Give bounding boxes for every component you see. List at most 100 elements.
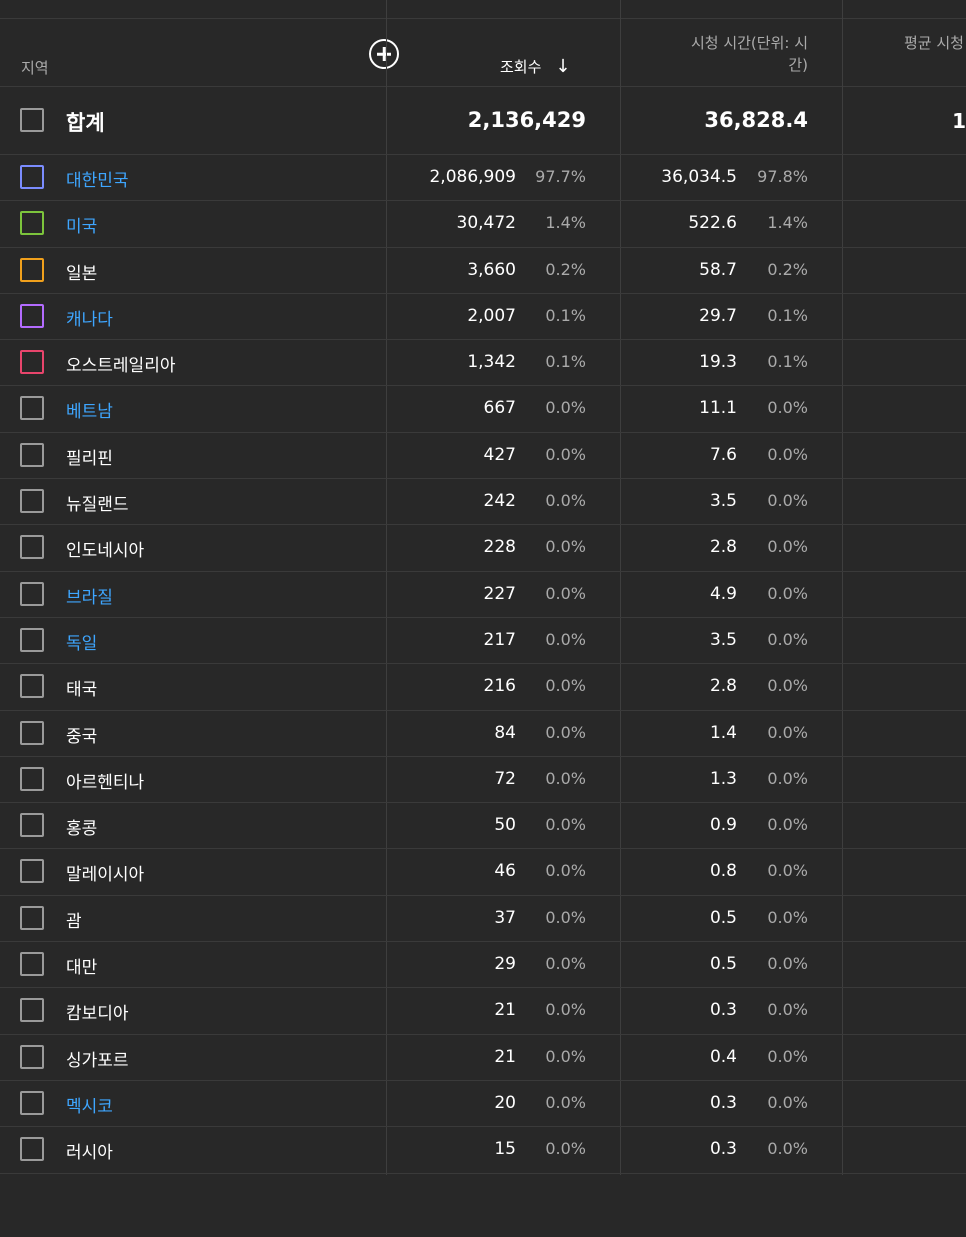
- views-percent: 0.0%: [545, 815, 586, 835]
- watch-time-value: 0.5: [709, 954, 737, 975]
- views-value: 216: [483, 676, 516, 697]
- region-name: 싱가포르: [66, 1050, 129, 1071]
- region-name: 홍콩: [66, 819, 98, 840]
- row-checkbox[interactable]: [20, 1137, 44, 1162]
- views-column-header[interactable]: 조회수 ↓: [500, 56, 571, 77]
- views-column-label: 조회수: [500, 58, 542, 76]
- region-link[interactable]: 대한민국: [66, 166, 129, 191]
- region-name: 태국: [66, 680, 98, 701]
- table-row: 대만 29 0.0% 0.5 0.0%: [0, 942, 966, 989]
- views-percent: 0.0%: [545, 768, 586, 788]
- table-row: 괌 37 0.0% 0.5 0.0%: [0, 896, 966, 943]
- row-checkbox[interactable]: [20, 165, 44, 189]
- views-percent: 0.0%: [545, 861, 586, 881]
- table-row: 오스트레일리아 1,342 0.1% 19.3 0.1%: [0, 340, 966, 387]
- region-link[interactable]: 미국: [66, 212, 97, 237]
- views-percent: 0.0%: [545, 722, 586, 742]
- views-value: 667: [483, 398, 516, 419]
- table-body: 합계 2,136,429 36,828.4 1 대한민국 2,086,909 97.…: [0, 87, 966, 1174]
- row-checkbox[interactable]: [20, 396, 44, 421]
- views-percent: 97.7%: [535, 167, 586, 186]
- row-checkbox[interactable]: [20, 952, 44, 977]
- watch-time-percent: 0.0%: [767, 676, 808, 696]
- row-checkbox[interactable]: [20, 859, 44, 884]
- watch-time-value: 0.3: [709, 1139, 737, 1160]
- views-value: 1,342: [467, 352, 516, 373]
- sort-down-arrow-icon[interactable]: ↓: [555, 57, 570, 75]
- region-link[interactable]: 베트남: [66, 397, 113, 422]
- watch-time-value: 4.9: [709, 583, 737, 604]
- row-checkbox[interactable]: [20, 535, 44, 560]
- table-row: 베트남 667 0.0% 11.1 0.0%: [0, 386, 966, 433]
- row-checkbox[interactable]: [20, 350, 44, 375]
- region-name: 인도네시아: [66, 541, 145, 562]
- region-link[interactable]: 독일: [66, 629, 97, 654]
- table-row: 러시아 15 0.0% 0.3 0.0%: [0, 1127, 966, 1174]
- views-percent: 0.0%: [545, 444, 586, 464]
- watch-time-value: 2.8: [709, 537, 737, 558]
- row-checkbox[interactable]: [20, 766, 44, 791]
- watch-time-value: 0.4: [709, 1046, 737, 1067]
- row-checkbox[interactable]: [20, 1044, 44, 1069]
- row-checkbox[interactable]: [20, 1090, 44, 1115]
- views-value: 227: [483, 583, 516, 604]
- row-checkbox[interactable]: [20, 905, 44, 930]
- watch-time-value: 7.6: [709, 444, 737, 465]
- row-checkbox[interactable]: [20, 303, 44, 328]
- views-value: 72: [494, 768, 516, 789]
- watch-time-value: 29.7: [699, 305, 737, 326]
- views-value: 242: [483, 491, 516, 512]
- views-value: 228: [483, 537, 516, 558]
- views-percent: 0.0%: [545, 1046, 586, 1066]
- region-name: 뉴질랜드: [66, 495, 129, 516]
- row-checkbox[interactable]: [20, 489, 44, 514]
- table-row: 캄보디아 21 0.0% 0.3 0.0%: [0, 988, 966, 1035]
- table-row: 아르헨티나 72 0.0% 1.3 0.0%: [0, 757, 966, 804]
- row-checkbox[interactable]: [20, 581, 44, 606]
- table-row: 중국 84 0.0% 1.4 0.0%: [0, 711, 966, 757]
- avg-watch-column-header[interactable]: 평균 시청: [904, 32, 964, 53]
- watch-time-label-line2: 간): [788, 56, 808, 74]
- watch-time-column-header[interactable]: 시청 시간(단위: 시 간): [640, 32, 808, 76]
- total-avg-partial: 1: [952, 109, 966, 133]
- add-metric-icon[interactable]: [369, 39, 399, 69]
- watch-time-value: 0.3: [709, 1000, 737, 1021]
- region-column-header[interactable]: 지역: [21, 57, 49, 78]
- region-name: 말레이시아: [66, 865, 145, 886]
- views-percent: 0.2%: [545, 259, 586, 279]
- views-percent: 0.0%: [545, 537, 586, 557]
- region-link[interactable]: 멕시코: [66, 1092, 113, 1117]
- region-name: 필리핀: [66, 448, 113, 469]
- table-row: 싱가포르 21 0.0% 0.4 0.0%: [0, 1035, 966, 1081]
- views-value: 2,086,909: [429, 167, 516, 187]
- table-header: 지역 조회수 ↓ 시청 시간(단위: 시 간) 평균 시청: [0, 18, 966, 87]
- total-checkbox[interactable]: [20, 108, 44, 132]
- row-checkbox[interactable]: [20, 998, 44, 1023]
- views-percent: 0.0%: [545, 1092, 586, 1112]
- views-percent: 0.0%: [545, 907, 586, 927]
- watch-time-value: 11.1: [699, 398, 737, 419]
- row-checkbox[interactable]: [20, 627, 44, 652]
- watch-time-percent: 0.0%: [767, 1139, 808, 1159]
- watch-time-percent: 0.0%: [767, 722, 808, 742]
- views-value: 50: [494, 815, 516, 836]
- row-checkbox[interactable]: [20, 257, 44, 282]
- table-row: 독일 217 0.0% 3.5 0.0%: [0, 618, 966, 665]
- region-link[interactable]: 브라질: [66, 583, 113, 608]
- row-checkbox[interactable]: [20, 211, 44, 236]
- region-link[interactable]: 캐나다: [66, 305, 113, 330]
- row-checkbox[interactable]: [20, 674, 44, 699]
- views-value: 21: [494, 1000, 516, 1021]
- views-percent: 0.0%: [545, 676, 586, 696]
- watch-time-value: 1.4: [709, 722, 737, 743]
- views-value: 217: [483, 629, 516, 650]
- row-checkbox[interactable]: [20, 720, 44, 745]
- views-percent: 0.0%: [545, 629, 586, 649]
- row-checkbox[interactable]: [20, 442, 44, 467]
- watch-time-percent: 0.0%: [767, 444, 808, 464]
- table-row: 홍콩 50 0.0% 0.9 0.0%: [0, 803, 966, 850]
- watch-time-value: 36,034.5: [661, 167, 737, 187]
- total-label: 합계: [66, 111, 105, 135]
- views-percent: 1.4%: [545, 213, 586, 233]
- row-checkbox[interactable]: [20, 813, 44, 838]
